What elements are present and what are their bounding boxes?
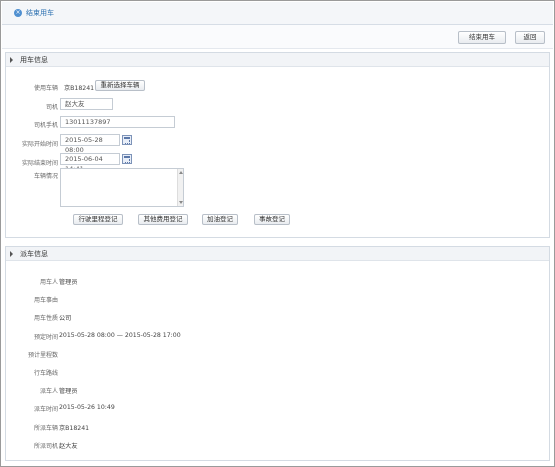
accident-register-button[interactable]: 事故登记 xyxy=(254,214,290,225)
start-time-field[interactable]: 2015-05-28 08:00 xyxy=(60,134,120,154)
dispatch-row-label: 预定时间 xyxy=(33,333,58,341)
dispatch-row-label: 用车性质 xyxy=(33,315,58,323)
dispatch-row-label: 派车时间 xyxy=(33,406,58,414)
back-button[interactable]: 返回 xyxy=(515,31,545,44)
dispatch-row-label: 预计里程数 xyxy=(27,351,58,359)
vehicle-usage-panel-header[interactable]: 用车信息 xyxy=(6,53,549,67)
dispatch-panel-header[interactable]: 派车信息 xyxy=(6,247,549,261)
tab-label: 结束用车 xyxy=(26,9,54,17)
vehicle-condition-label: 车辆情况 xyxy=(33,173,58,180)
mileage-register-button[interactable]: 行驶里程登记 xyxy=(73,214,123,225)
close-circle-icon: × xyxy=(14,9,22,17)
other-cost-register-button[interactable]: 其他费用登记 xyxy=(138,214,188,225)
driver-label: 司机 xyxy=(45,104,58,111)
driver-phone-field[interactable]: 13011137897 xyxy=(60,116,175,128)
driver-field[interactable]: 赵大友 xyxy=(60,98,113,110)
dispatch-row-value: 2015-05-26 10:49 xyxy=(59,404,115,412)
toolbar: 结束用车 返回 xyxy=(2,25,553,49)
tab-end-vehicle-use[interactable]: × 结束用车 xyxy=(14,8,54,18)
end-vehicle-use-button[interactable]: 结束用车 xyxy=(458,31,506,44)
start-time-label: 实际开始时间 xyxy=(21,141,58,148)
vehicle-condition-textarea[interactable] xyxy=(60,168,184,207)
fuel-register-button[interactable]: 加油登记 xyxy=(202,214,238,225)
dispatch-row-value: 2015-05-28 08:00 — 2015-05-28 17:00 xyxy=(59,331,181,339)
end-time-field[interactable]: 2015-06-04 14:41 xyxy=(60,153,120,173)
dispatch-row-label: 所派司机 xyxy=(33,442,58,450)
panel-title: 用车信息 xyxy=(20,55,48,64)
dispatch-row-label: 所派车辆 xyxy=(33,424,58,432)
end-time-label: 实际结束时间 xyxy=(21,160,58,167)
scrollbar[interactable] xyxy=(177,169,183,206)
used-vehicle-value: 京B18241 xyxy=(64,85,95,92)
scroll-down-icon[interactable] xyxy=(179,201,183,204)
reselect-vehicle-button[interactable]: 重新选择车辆 xyxy=(95,80,145,91)
dispatch-row-label: 用车人 xyxy=(39,279,58,286)
calendar-icon[interactable] xyxy=(122,135,132,145)
dispatch-row-value: 公司 xyxy=(59,315,72,323)
dispatch-row-label: 用车事由 xyxy=(33,297,58,305)
dispatch-row-value: 管理员 xyxy=(59,388,78,396)
calendar-icon[interactable] xyxy=(122,154,132,164)
expand-caret-icon xyxy=(10,57,13,63)
dispatch-row-label: 行车路线 xyxy=(33,370,58,377)
expand-caret-icon xyxy=(10,251,13,257)
dispatch-row-value: 赵大友 xyxy=(59,442,78,450)
used-vehicle-label: 使用车辆 xyxy=(33,85,58,92)
vehicle-usage-panel: 用车信息 使用车辆 京B18241 重新选择车辆 司机 赵大友 司机手机 130… xyxy=(5,52,550,238)
panel-title: 派车信息 xyxy=(20,249,48,258)
dispatch-row-value: 京B18241 xyxy=(59,424,90,432)
driver-phone-label: 司机手机 xyxy=(33,122,58,129)
dispatch-row-value: 管理员 xyxy=(59,279,78,286)
dispatch-row-label: 派车人 xyxy=(39,388,58,396)
scroll-up-icon[interactable] xyxy=(179,171,183,174)
dispatch-info-panel: 派车信息 用车人 管理员 用车事由 用车性质 公司 预定时间 2015-05-28 08:0… xyxy=(5,246,550,461)
top-tab-bar: × 结束用车 xyxy=(2,2,553,25)
